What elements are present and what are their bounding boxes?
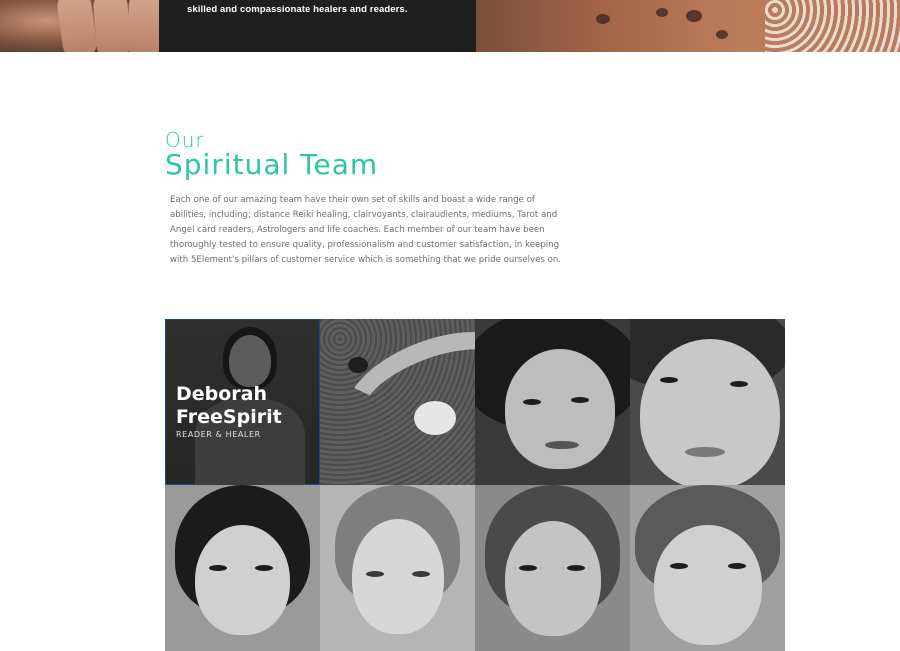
section-heading-spiritual-team: Spiritual Team	[165, 148, 379, 181]
team-member-role: READER & HEALER	[176, 430, 261, 439]
team-card-member-3[interactable]	[475, 319, 630, 485]
team-card-member-7[interactable]	[475, 485, 630, 651]
banner-tagline: skilled and compassionate healers and re…	[187, 4, 408, 15]
team-card-deborah[interactable]: Deborah FreeSpirit READER & HEALER	[165, 319, 320, 485]
banner-text-panel: skilled and compassionate healers and re…	[159, 0, 476, 52]
team-member-name[interactable]: Deborah FreeSpirit	[176, 383, 320, 429]
team-intro-paragraph: Each one of our amazing team have their …	[170, 195, 562, 265]
team-card-member-6[interactable]	[320, 485, 475, 651]
team-card-zen-garden[interactable]	[320, 319, 475, 485]
banner-image-hands	[0, 0, 164, 52]
banner-image-incense	[476, 0, 900, 52]
team-card-member-4[interactable]	[630, 319, 785, 485]
hero-banner-strip: skilled and compassionate healers and re…	[0, 0, 900, 52]
team-card-member-5[interactable]	[165, 485, 320, 651]
team-card-member-8[interactable]	[630, 485, 785, 651]
team-grid: Deborah FreeSpirit READER & HEALER	[165, 319, 786, 651]
